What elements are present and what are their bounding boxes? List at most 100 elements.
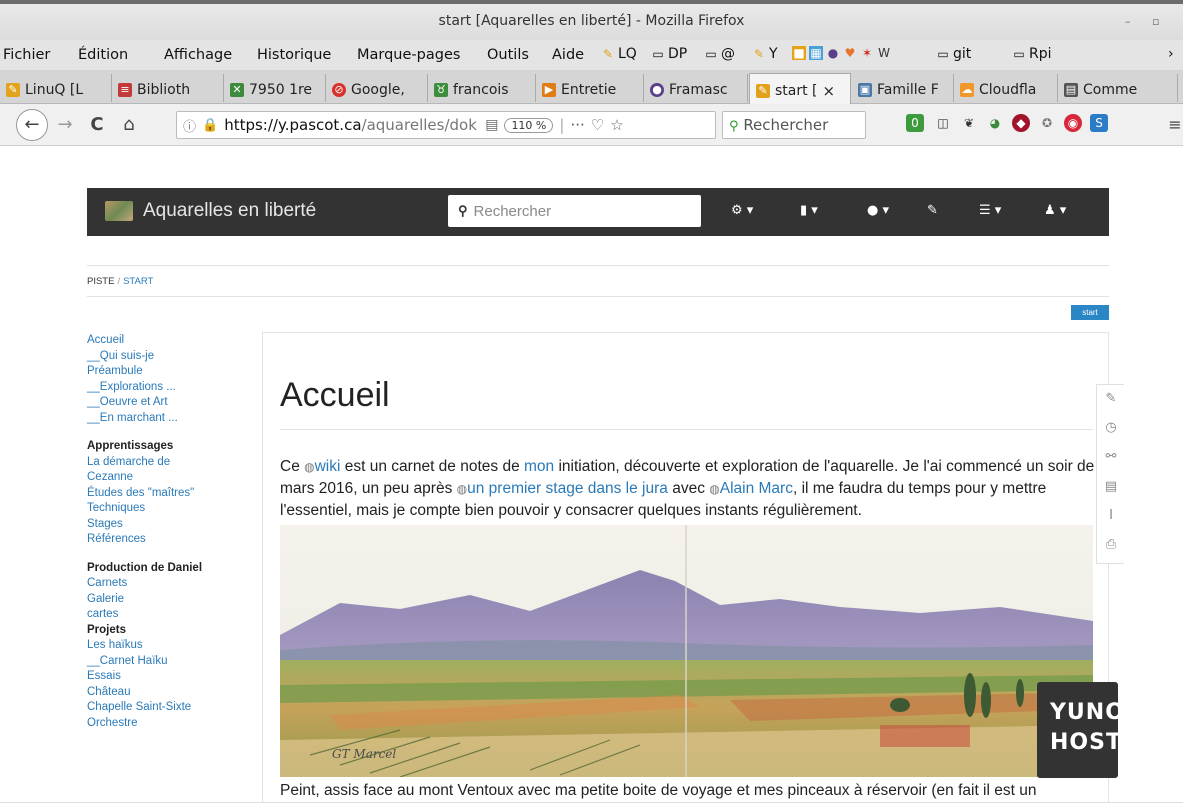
extension-icon[interactable]: ❦ xyxy=(960,114,978,132)
bookmark-icons-row[interactable]: ■ ▦ ● ♥ ✶ W xyxy=(792,46,891,60)
sidebar-item-stages[interactable]: Stages xyxy=(87,517,259,533)
link-alain-marc[interactable]: Alain Marc xyxy=(720,480,793,497)
menu-aide[interactable]: Aide xyxy=(552,47,584,63)
tab-comme[interactable]: ▤ Comme xyxy=(1058,74,1178,102)
extension-icon[interactable]: ✪ xyxy=(1038,114,1056,132)
menu-affichage[interactable]: Affichage xyxy=(164,47,232,63)
sidebar-item-galerie[interactable]: Galerie xyxy=(87,592,259,608)
search-bar[interactable]: ⚲ Rechercher xyxy=(722,111,866,139)
tab-cloudflare[interactable]: ☁ Cloudfla xyxy=(954,74,1058,102)
sidebar-item-references[interactable]: Références xyxy=(87,532,259,548)
sidebar-item-carnet-haiku[interactable]: __Carnet Haïku xyxy=(87,654,259,670)
bookmark-dp[interactable]: ▭ DP xyxy=(651,46,687,62)
lock-icon[interactable]: 🔒 xyxy=(202,118,218,133)
bookmark-rpi[interactable]: ▭ Rpi xyxy=(1012,46,1051,62)
minimize-button[interactable]: – xyxy=(1125,15,1131,28)
edit-button[interactable]: ✎ xyxy=(927,203,938,218)
sidebar-item-cezanne[interactable]: Cezanne xyxy=(87,470,259,486)
link-stage-jura[interactable]: un premier stage dans le jura xyxy=(467,480,668,497)
breadcrumb-link-start[interactable]: START xyxy=(123,276,153,287)
menu-edition[interactable]: Édition xyxy=(78,47,128,63)
yunohost-badge[interactable]: YUNO HOST xyxy=(1037,682,1124,778)
cursor-icon[interactable]: I xyxy=(1097,508,1125,523)
landscape-image xyxy=(280,525,1093,777)
sidebar-icon[interactable]: ◫ xyxy=(934,114,952,132)
bookmark-star-icon[interactable]: ☆ xyxy=(610,116,623,134)
site-search-input[interactable]: ⚲ Rechercher xyxy=(448,195,701,227)
site-brand[interactable]: Aquarelles en liberté xyxy=(105,200,316,222)
ublock-icon[interactable]: ◆ xyxy=(1012,114,1030,132)
backlinks-icon[interactable]: ⚯ xyxy=(1097,449,1125,464)
link-wiki[interactable]: wiki xyxy=(315,458,341,475)
pdf-icon[interactable]: ⎙ xyxy=(1097,537,1125,552)
tab-framasoft[interactable]: ● Framasc xyxy=(644,74,748,102)
history-icon[interactable]: ◷ xyxy=(1097,420,1125,435)
sidebar-item-chapelle[interactable]: Chapelle Saint-Sixte xyxy=(87,700,259,716)
link-mon[interactable]: mon xyxy=(524,458,554,475)
menu-fichier[interactable]: Fichier xyxy=(3,47,50,63)
sidebar-item-carnets[interactable]: Carnets xyxy=(87,576,259,592)
sidebar-item-explorations[interactable]: __Explorations ... xyxy=(87,380,259,396)
sidebar-item-essais[interactable]: Essais xyxy=(87,669,259,685)
extension-icon[interactable]: S xyxy=(1090,114,1108,132)
interwiki-icon: ◍ xyxy=(456,482,468,496)
sidebar-item-accueil[interactable]: Accueil xyxy=(87,333,259,349)
reader-view-icon[interactable]: ▤ xyxy=(485,117,498,133)
maximize-button[interactable]: ▫ xyxy=(1152,15,1159,28)
wikipedia-icon: W xyxy=(878,46,890,60)
theme-menu-button[interactable]: ● ▾ xyxy=(867,203,889,218)
sidebar-item-techniques[interactable]: Techniques xyxy=(87,501,259,517)
page-actions-button[interactable]: ··· xyxy=(570,116,584,134)
extension-icon[interactable]: ◕ xyxy=(986,114,1004,132)
tab-start-active[interactable]: ✎ start [ × xyxy=(749,73,851,104)
tools-menu-button[interactable]: ⚙ ▾ xyxy=(731,203,753,218)
file-icon[interactable]: ▤ xyxy=(1097,479,1125,494)
extension-download-icon[interactable]: 0 xyxy=(906,114,924,132)
sidebar-item-etudes[interactable]: Études des "maîtres" xyxy=(87,486,259,502)
linuq-icon: ✎ xyxy=(6,83,20,97)
bookmark-y[interactable]: ✎ Y xyxy=(752,46,778,62)
menu-marque-pages[interactable]: Marque-pages xyxy=(357,47,460,63)
tab-7950[interactable]: ✕ 7950 1re xyxy=(224,74,326,102)
bookmark-lq[interactable]: ✎ LQ xyxy=(601,46,637,62)
edit-icon[interactable]: ✎ xyxy=(1097,391,1125,406)
sidebar-item-cartes[interactable]: cartes xyxy=(87,607,259,623)
sidebar-item-en-marchant[interactable]: __En marchant ... xyxy=(87,411,259,427)
zoom-indicator[interactable]: 110 % xyxy=(504,117,554,133)
hamburger-menu-button[interactable]: ≡ xyxy=(1162,112,1183,138)
tab-close-button[interactable]: × xyxy=(823,82,836,100)
sidebar-item-qui-suis-je[interactable]: __Qui suis-je xyxy=(87,349,259,365)
pocket-icon[interactable]: ♡ xyxy=(591,116,604,134)
sidebar-item-demarche[interactable]: La démarche de xyxy=(87,455,259,471)
sidebar-item-preambule[interactable]: Préambule xyxy=(87,364,259,380)
tab-entretien[interactable]: ▶ Entretie xyxy=(536,74,644,102)
forward-button[interactable]: → xyxy=(52,112,78,138)
sidebar-item-haikus[interactable]: Les haïkus xyxy=(87,638,259,654)
sidebar-item-oeuvre-et-art[interactable]: __Oeuvre et Art xyxy=(87,395,259,411)
menu-outils[interactable]: Outils xyxy=(487,47,529,63)
bookmarks-overflow-button[interactable]: › xyxy=(1168,46,1174,62)
menu-historique[interactable]: Historique xyxy=(257,47,331,63)
back-button[interactable]: ← xyxy=(16,109,48,141)
bookmark-at[interactable]: ▭ @ xyxy=(704,46,735,62)
url-bar[interactable]: ⓘ 🔒 https://y.pascot.ca/aquarelles/dok ▤… xyxy=(176,111,716,139)
page-menu-button[interactable]: ▮ ▾ xyxy=(800,203,818,218)
sidebar-item-chateau[interactable]: Château xyxy=(87,685,259,701)
tab-francois[interactable]: ♉ francois xyxy=(428,74,536,102)
info-icon[interactable]: ⓘ xyxy=(183,116,196,135)
tab-bibliotheque[interactable]: ≡ Biblioth xyxy=(112,74,224,102)
list-menu-button[interactable]: ☰ ▾ xyxy=(979,203,1001,218)
extension-icon[interactable]: ◉ xyxy=(1064,114,1082,132)
tab-linuq[interactable]: ✎ LinuQ [L xyxy=(0,74,112,102)
bookmark-git[interactable]: ▭ git xyxy=(936,46,971,62)
search-bar-placeholder: Rechercher xyxy=(743,116,829,134)
home-button[interactable]: ⌂ xyxy=(116,112,142,138)
sidebar: Accueil __Qui suis-je Préambule __Explor… xyxy=(87,333,259,731)
tab-famille[interactable]: ▣ Famille F xyxy=(852,74,954,102)
user-menu-button[interactable]: ♟ ▾ xyxy=(1044,203,1066,218)
reload-button[interactable]: C xyxy=(84,112,110,138)
sidebar-item-orchestre[interactable]: Orchestre xyxy=(87,716,259,732)
page-id-badge[interactable]: start xyxy=(1071,305,1109,320)
watercolor-painting[interactable]: GT Marcel xyxy=(280,525,1093,777)
tab-google[interactable]: ⊘ Google, xyxy=(326,74,428,102)
